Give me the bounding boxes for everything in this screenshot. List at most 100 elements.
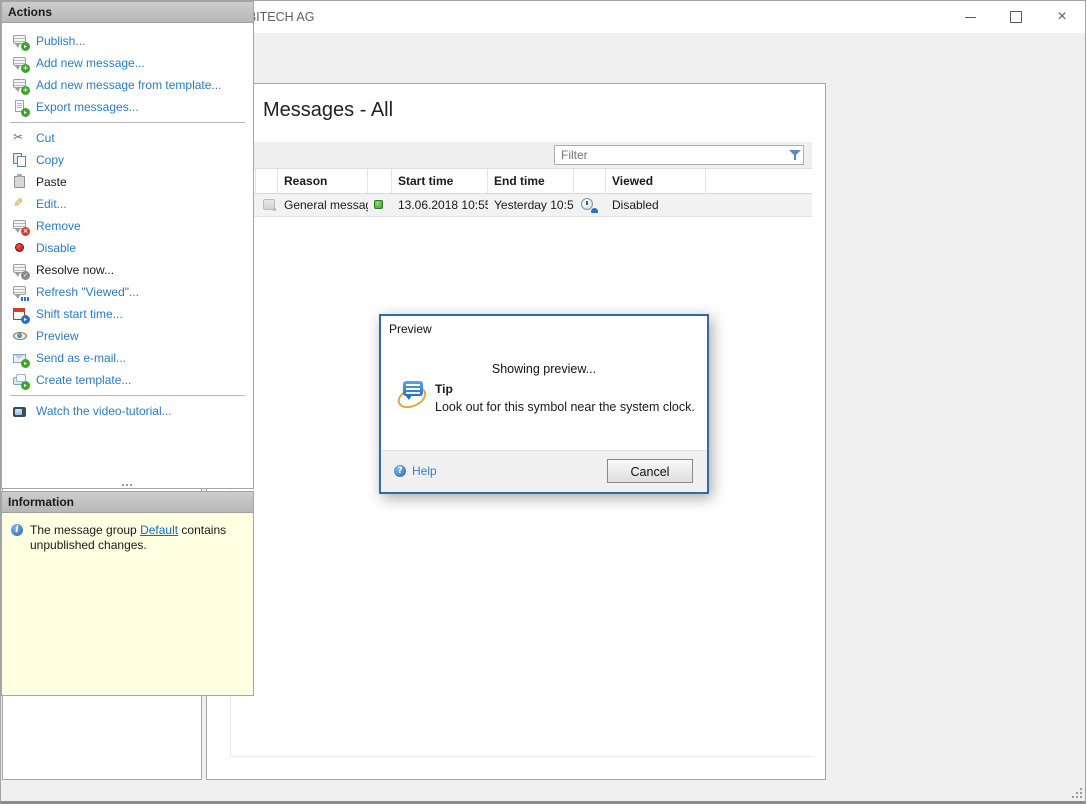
action-watch-the-video-tutorial[interactable]: Watch the video-tutorial... <box>2 400 253 422</box>
close-icon: × <box>1057 8 1067 25</box>
resize-grip[interactable] <box>1080 796 1082 798</box>
shift-start-time-icon <box>12 306 30 324</box>
action-label: Add new message from template... <box>36 78 222 92</box>
right-column: Actions Publish... Add new message... Add … <box>1 1 254 698</box>
column-start-time[interactable]: Start time <box>392 169 488 193</box>
action-label: Export messages... <box>36 100 139 114</box>
filter-field[interactable] <box>554 145 804 165</box>
action-publish[interactable]: Publish... <box>2 30 253 52</box>
filter-input[interactable] <box>555 148 787 162</box>
action-edit[interactable]: Edit... <box>2 193 253 215</box>
edit-icon <box>12 196 28 212</box>
help-label: Help <box>412 464 437 478</box>
close-button[interactable]: × <box>1039 1 1085 33</box>
action-label: Refresh "Viewed"... <box>36 285 140 299</box>
action-label: Preview <box>36 329 79 343</box>
action-refresh-viewed[interactable]: Refresh "Viewed"... <box>2 281 253 303</box>
publish-icon <box>12 33 30 51</box>
tip-balloon-icon <box>394 380 430 413</box>
action-shift-start-time[interactable]: Shift start time... <box>2 303 253 325</box>
action-label: Send as e-mail... <box>36 351 127 365</box>
filter-funnel-icon[interactable] <box>787 147 803 163</box>
actions-list: Publish... Add new message... Add new mess… <box>2 23 253 422</box>
action-label: Shift start time... <box>36 307 123 321</box>
information-panel: Information The message group Default co… <box>1 491 254 696</box>
action-disable[interactable]: Disable <box>2 237 253 259</box>
action-label: Remove <box>36 219 81 233</box>
action-add-new-message-from-template[interactable]: Add new message from template... <box>2 74 253 96</box>
help-link[interactable]: Help <box>393 464 437 478</box>
actions-panel: Actions Publish... Add new message... Add … <box>1 1 254 489</box>
dialog-status-text: Showing preview... <box>491 362 597 376</box>
action-export-messages[interactable]: Export messages... <box>2 96 253 118</box>
minimize-icon <box>964 16 976 18</box>
cancel-button[interactable]: Cancel <box>607 459 693 483</box>
action-cut[interactable]: Cut <box>2 127 253 149</box>
row-type-icon <box>262 197 278 213</box>
action-label: Copy <box>36 153 65 167</box>
maximize-button[interactable] <box>993 1 1039 33</box>
actions-separator <box>10 122 245 123</box>
column-reason[interactable]: Reason <box>278 169 368 193</box>
disable-icon <box>12 240 28 256</box>
minimize-button[interactable] <box>947 1 993 33</box>
maximize-icon <box>1010 11 1022 23</box>
create-template-icon <box>12 372 30 390</box>
refresh-viewed-icon <box>12 284 28 301</box>
action-label: Edit... <box>36 197 67 211</box>
paste-icon <box>12 174 28 190</box>
column-end-time[interactable]: End time <box>488 169 574 193</box>
copy-icon <box>12 152 28 168</box>
status-dot-icon <box>374 200 383 209</box>
action-paste[interactable]: Paste <box>2 171 253 193</box>
dialog-title: Preview <box>389 322 432 336</box>
cell-start-time: 13.06.2018 10:55 <box>398 198 488 212</box>
action-label: Disable <box>36 241 77 255</box>
viewed-clock-icon <box>580 197 598 213</box>
action-copy[interactable]: Copy <box>2 149 253 171</box>
action-create-template[interactable]: Create template... <box>2 369 253 391</box>
default-group-link[interactable]: Default <box>140 523 178 537</box>
cell-end-time: Yesterday 10:55 <box>494 198 574 212</box>
cell-viewed: Disabled <box>612 198 659 212</box>
action-label: Resolve now... <box>36 263 115 277</box>
app-window: IBI-aws Admin 1.21.0 - registered for IB… <box>0 0 1086 804</box>
filter-band <box>212 142 812 168</box>
table-header-row: Reason Start time End time Viewed <box>212 168 812 194</box>
preview-dialog: Preview Showing preview... Tip Look out … <box>379 314 709 494</box>
tip-text: Look out for this symbol near the system… <box>435 400 695 414</box>
action-send-as-e-mail[interactable]: Send as e-mail... <box>2 347 253 369</box>
preview-icon <box>12 328 28 344</box>
panel-splitter-handle[interactable] <box>121 484 124 486</box>
actions-separator <box>10 395 245 396</box>
information-text: The message group Default contains unpub… <box>30 523 227 552</box>
page-title: Messages - All <box>263 99 394 121</box>
dialog-footer: Help Cancel <box>381 450 707 492</box>
video-tutorial-icon <box>12 403 28 419</box>
action-preview[interactable]: Preview <box>2 325 253 347</box>
send-as-email-icon <box>12 350 30 368</box>
actions-header: Actions <box>2 2 253 23</box>
action-label: Cut <box>36 131 55 145</box>
info-icon <box>10 523 24 537</box>
action-remove[interactable]: Remove <box>2 215 253 237</box>
messages-table: Reason Start time End time Viewed Genera… <box>212 168 812 217</box>
cell-reason: General message <box>284 198 368 212</box>
export-messages-icon <box>12 99 30 117</box>
remove-icon <box>12 218 30 236</box>
action-label: Publish... <box>36 34 86 48</box>
table-row[interactable]: General message 13.06.2018 10:55 Yesterd… <box>212 194 812 217</box>
action-add-new-message[interactable]: Add new message... <box>2 52 253 74</box>
main-header: Messages - All <box>207 84 825 142</box>
action-resolve-now[interactable]: Resolve now... <box>2 259 253 281</box>
action-label: Paste <box>36 175 67 189</box>
information-header: Information <box>2 492 253 513</box>
add-message-template-icon <box>12 77 30 95</box>
action-label: Create template... <box>36 373 132 387</box>
table-bottom-line <box>230 756 812 757</box>
action-label: Watch the video-tutorial... <box>36 404 172 418</box>
help-icon <box>393 464 407 478</box>
information-body: The message group Default contains unpub… <box>2 513 253 563</box>
cut-icon <box>12 130 28 146</box>
column-viewed[interactable]: Viewed <box>606 169 706 193</box>
